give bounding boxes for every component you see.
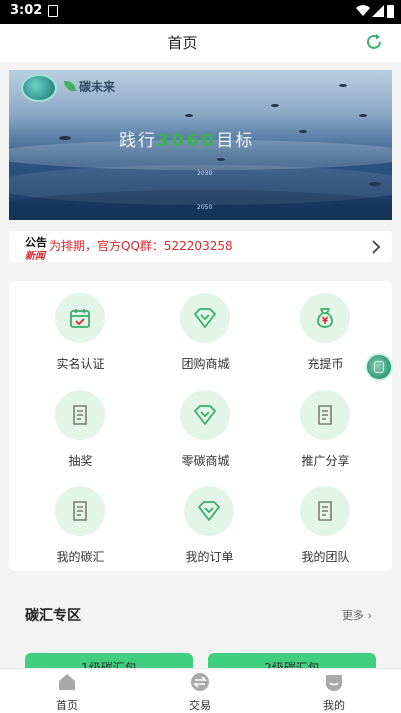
diamond-icon [180,390,230,440]
status-time: 3:02 [10,3,43,18]
grid-item-zero-carbon-mall[interactable]: 零碳商城 [142,380,269,476]
banner-year: 2050 [197,204,213,211]
banner-year: 2030 [197,170,213,177]
chevron-right-icon[interactable] [371,240,381,254]
grid-item-label: 团购商城 [181,357,230,371]
slogan-suffix: 目标 [216,131,255,151]
money-bag-icon [300,293,350,343]
notice-text: 为排期，官方QQ群：522203258 [49,239,233,253]
grid-item-lottery[interactable]: 抽奖 [17,380,144,476]
battery-icon [387,5,394,18]
grid-item-label: 实名认证 [56,357,105,371]
carbon-section: 碳汇专区 更多 › 1级碳汇包 2级碳汇包 [0,590,401,683]
page-title: 首页 [167,34,198,52]
diamond-icon [184,486,234,536]
signal-icon [372,5,384,17]
document-icon [300,486,350,536]
bottom-nav: 首页 交易 我的 [0,668,401,713]
floating-service-icon[interactable] [365,353,393,381]
nav-item-profile[interactable]: 我的 [294,669,374,713]
top-bar: 首页 [0,24,401,62]
grid-item-my-team[interactable]: 我的团队 [262,476,389,572]
nav-label: 交易 [189,699,211,712]
grid-item-verification[interactable]: 实名认证 [17,283,144,379]
announcement-bar[interactable]: 公告 新闻 为排期，官方QQ群：522203258 [9,231,392,262]
sim-icon [48,5,58,17]
promo-banner[interactable]: 碳未来 践行3060目标 2030 2050 [9,70,392,220]
calendar-check-icon [55,293,105,343]
document-icon [300,390,350,440]
banner-brand: 碳未来 [79,80,116,94]
document-icon [55,486,105,536]
grid-item-group-mall[interactable]: 团购商城 [142,283,269,379]
more-label: 更多 [342,609,364,622]
status-bar: 3:02 [0,0,401,24]
nav-label: 首页 [56,699,78,712]
leaf-icon [64,81,76,91]
refresh-icon[interactable] [364,32,384,52]
grid-item-promotion-share[interactable]: 推广分享 [262,380,389,476]
grid-item-my-orders[interactable]: 我的订单 [146,476,273,572]
banner-slogan: 践行3060目标 [119,126,254,151]
grid-item-label: 抽奖 [68,454,93,468]
grid-item-label: 零碳商城 [181,454,230,468]
profile-icon [326,675,342,691]
section-title: 碳汇专区 [25,608,81,624]
nav-item-trade[interactable]: 交易 [160,669,240,713]
news-tag: 新闻 [25,251,45,262]
grid-item-label: 推广分享 [301,454,350,468]
brand-logo [21,74,57,102]
slogan-prefix: 践行 [119,131,157,151]
document-icon [55,390,105,440]
grid-item-my-carbon[interactable]: 我的碳汇 [17,476,144,572]
nav-label: 我的 [323,699,345,712]
exchange-icon [191,673,209,691]
grid-item-label: 我的团队 [301,550,350,564]
diamond-icon [180,293,230,343]
grid-item-label: 我的订单 [185,550,234,564]
more-link[interactable]: 更多 › [342,607,372,623]
grid-item-label: 我的碳汇 [56,550,105,564]
slogan-number: 3060 [157,131,217,151]
home-icon [59,674,75,690]
nav-item-home[interactable]: 首页 [27,669,107,713]
wifi-icon [356,5,370,17]
feature-grid: 实名认证 团购商城 充提币 抽奖 零碳商城 推广分享 我的碳汇 我的订单 我的团… [9,281,392,571]
